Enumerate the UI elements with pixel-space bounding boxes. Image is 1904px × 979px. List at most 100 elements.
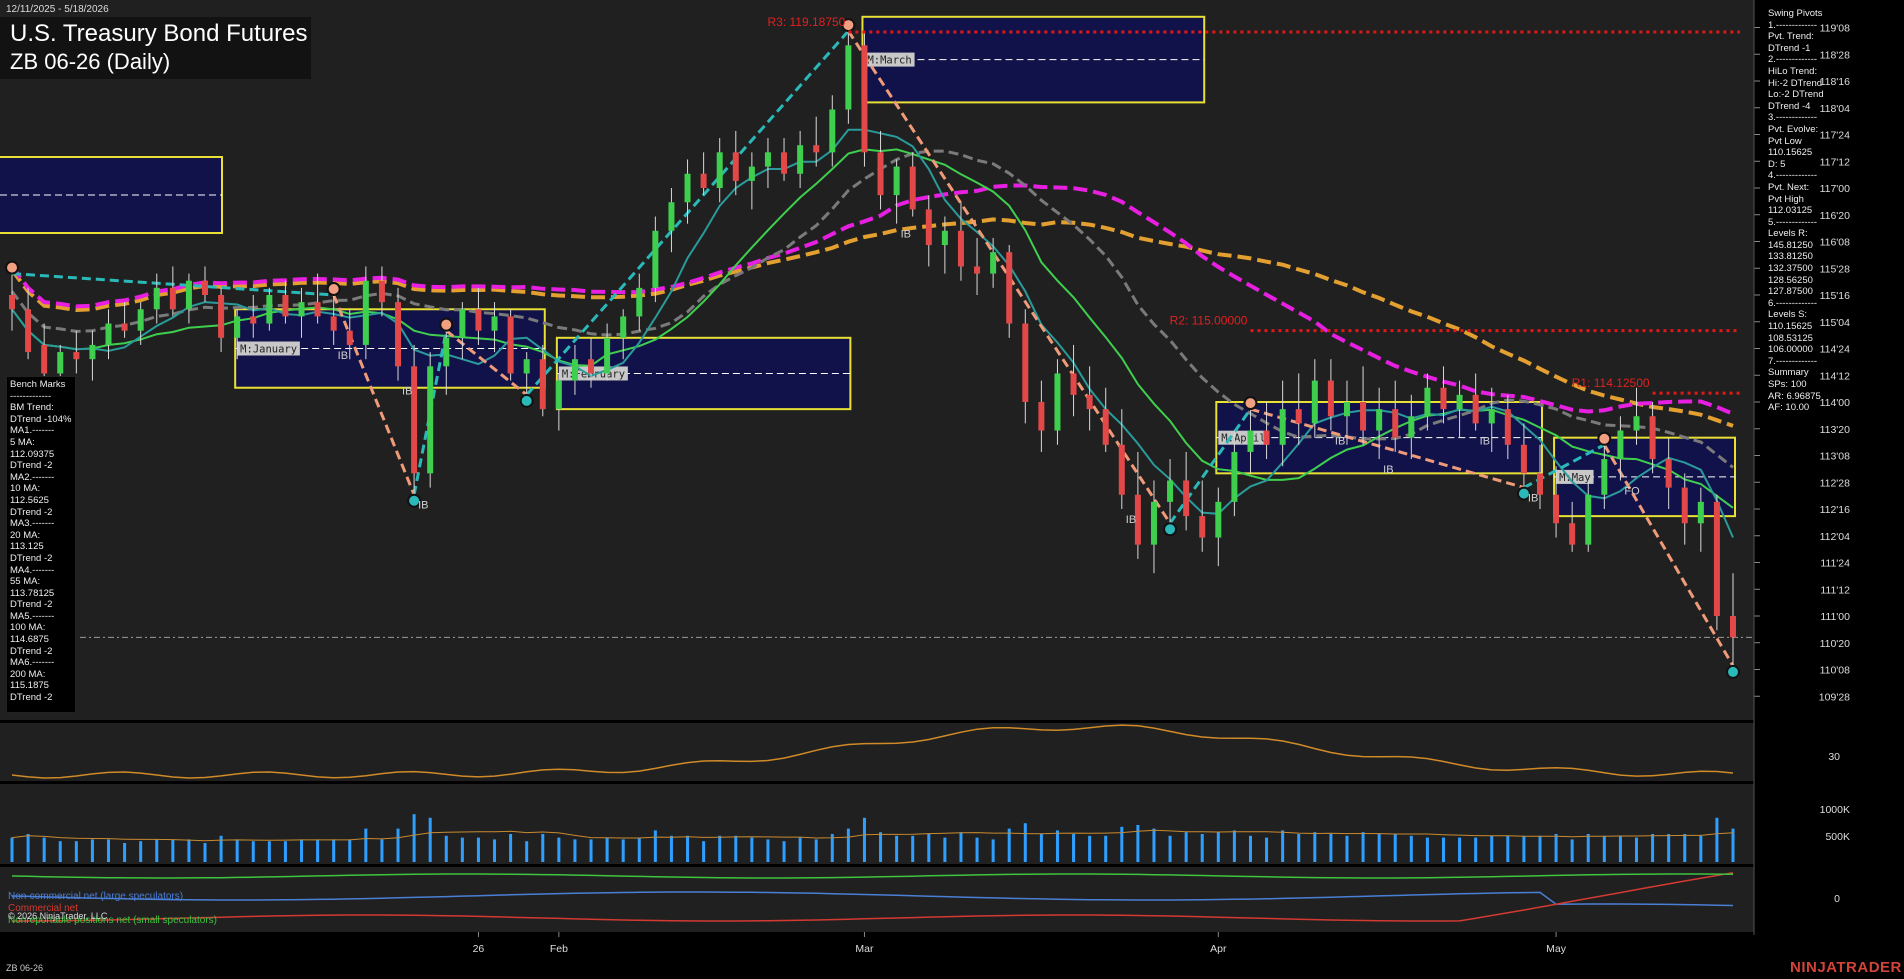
candle-down xyxy=(25,309,32,353)
volume-bar xyxy=(991,839,995,862)
volume-bar xyxy=(750,837,754,862)
bench-marks-panel: Bench Marks ------------- BM Trend: DTre… xyxy=(6,376,76,713)
candle-up xyxy=(652,230,659,288)
candle-down xyxy=(1536,473,1543,495)
candle-down xyxy=(73,352,80,360)
candle-down xyxy=(507,316,514,374)
price-tick-label: 118'04 xyxy=(1820,103,1851,115)
volume-bar xyxy=(476,837,480,862)
volume-bar xyxy=(1522,835,1526,862)
candle-up xyxy=(1488,409,1495,424)
volume-bar xyxy=(316,839,320,862)
volume-bar xyxy=(1538,835,1542,862)
price-tick-label: 118'16 xyxy=(1820,76,1851,88)
volume-bar xyxy=(557,837,561,862)
candle-down xyxy=(1102,409,1109,445)
volume-bar xyxy=(669,835,673,862)
date-tick-label: Apr xyxy=(1210,943,1227,955)
volume-bar xyxy=(1200,834,1204,862)
price-tick-label: 116'08 xyxy=(1820,237,1851,249)
candle-up xyxy=(684,173,691,203)
candle-up xyxy=(1215,501,1222,538)
volume-bar xyxy=(1152,828,1156,862)
candle-down xyxy=(925,209,932,246)
volume-bar xyxy=(460,837,464,862)
volume-bar xyxy=(26,834,30,862)
candle-up xyxy=(1601,459,1608,495)
volume-bar xyxy=(1281,830,1285,862)
candle-up xyxy=(1311,380,1318,424)
volume-bar xyxy=(364,828,368,862)
pivot-high-marker xyxy=(326,282,341,296)
candle-up xyxy=(845,45,852,110)
candle-down xyxy=(1553,494,1560,524)
candle-up xyxy=(1167,480,1174,502)
cot-legend-noncommercial: Non-commercial net (large speculators) xyxy=(8,891,184,902)
candle-down xyxy=(1713,501,1720,616)
ninjatrader-logo: NINJATRADER xyxy=(1790,959,1902,976)
price-tick-label: 113'08 xyxy=(1820,451,1851,463)
volume-bar xyxy=(235,839,239,862)
candle-down xyxy=(1569,523,1576,545)
volume-bar xyxy=(718,835,722,862)
price-tick-label: 117'00 xyxy=(1820,183,1851,195)
bar-label: IB xyxy=(338,350,348,362)
volume-bar xyxy=(525,841,529,862)
volume-bar xyxy=(653,830,657,862)
candle-down xyxy=(330,316,337,331)
candle-up xyxy=(829,109,836,153)
candle-down xyxy=(588,359,595,374)
volume-bar xyxy=(637,837,641,862)
volume-bar xyxy=(1683,834,1687,862)
price-tick-label: 111'24 xyxy=(1820,558,1850,570)
volume-bar xyxy=(139,841,143,862)
price-tick-label: 110'08 xyxy=(1820,665,1851,677)
candle-up xyxy=(1247,430,1254,452)
volume-bar xyxy=(283,841,287,862)
volume-bar xyxy=(1297,834,1301,862)
candle-up xyxy=(941,230,948,246)
candle-up xyxy=(266,295,273,324)
volume-bar xyxy=(782,841,786,862)
candle-down xyxy=(877,152,884,196)
volume-bar xyxy=(300,839,304,862)
volume-bar xyxy=(267,841,271,862)
pivot-low-marker xyxy=(1726,664,1740,679)
price-chart[interactable]: M:JanuaryM:FebruaryM:MarchM:AprilM:May R… xyxy=(0,0,1904,979)
candle-down xyxy=(202,280,209,295)
bar-label: IB xyxy=(1383,464,1393,476)
volume-bar xyxy=(171,839,175,862)
candle-up xyxy=(668,202,675,231)
volume-bar xyxy=(444,835,448,862)
volume-bar xyxy=(1248,835,1252,862)
candle-down xyxy=(974,266,981,274)
volume-bar xyxy=(814,839,818,862)
candle-down xyxy=(1681,487,1688,524)
price-tick-label: 115'28 xyxy=(1820,263,1851,275)
monthly-box-label: M:March xyxy=(867,55,911,67)
candle-down xyxy=(475,309,482,331)
candle-down xyxy=(957,230,964,267)
pivot-high-marker xyxy=(5,260,19,275)
volume-bar xyxy=(734,835,738,862)
volume-bar xyxy=(1232,830,1236,862)
monthly-box-label: M:January xyxy=(240,344,297,356)
bar-label: IB xyxy=(901,229,911,241)
candle-up xyxy=(1617,430,1624,460)
swing-pivots-panel: Swing Pivots 1.------------- Pvt. Trend:… xyxy=(1768,8,1824,414)
price-tick-label: 111'12 xyxy=(1820,584,1850,596)
date-range: 12/11/2025 - 5/18/2026 xyxy=(6,4,109,15)
volume-bar xyxy=(1441,837,1445,862)
instrument-footer: ZB 06-26 xyxy=(6,963,44,973)
volume-bar xyxy=(74,841,78,862)
candle-up xyxy=(990,252,997,274)
price-tick-label: 116'20 xyxy=(1820,210,1851,222)
volume-bar xyxy=(943,837,947,862)
candle-up xyxy=(636,287,643,317)
candle-up xyxy=(1376,409,1383,431)
volume-bar xyxy=(332,839,336,862)
date-tick-label: Feb xyxy=(550,943,568,955)
price-tick-label: 117'12 xyxy=(1820,156,1851,168)
volume-bar xyxy=(396,828,400,862)
candle-up xyxy=(620,316,627,338)
